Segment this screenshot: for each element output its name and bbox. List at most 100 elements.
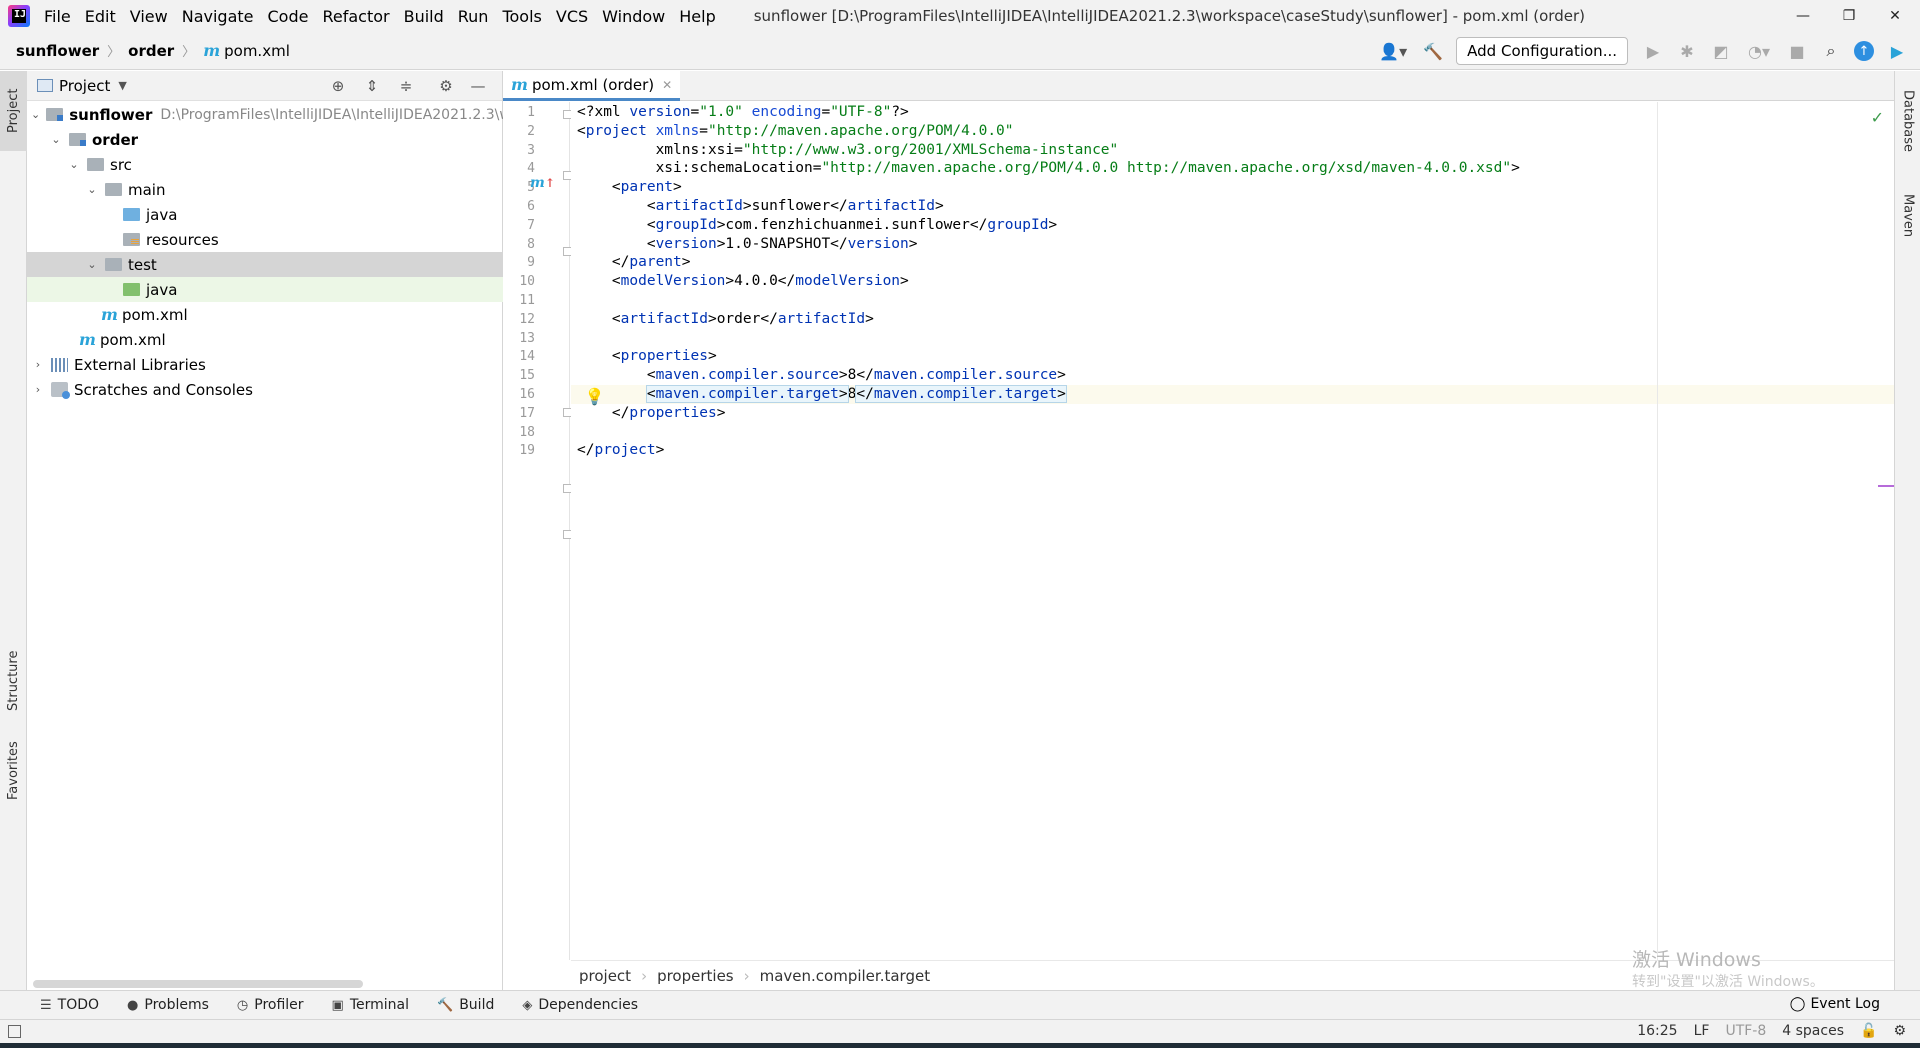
menu-vcs[interactable]: VCS <box>556 7 588 26</box>
chevron-down-icon[interactable]: ▼ <box>118 79 126 92</box>
line-number[interactable]: 13 <box>511 329 535 348</box>
update-icon[interactable]: ↑ <box>1854 41 1874 61</box>
tree-item-main-java[interactable]: java <box>27 202 503 227</box>
maven-parent-icon[interactable]: m↑ <box>530 175 555 191</box>
project-panel-title[interactable]: Project <box>59 77 110 95</box>
tree-item-order[interactable]: ⌄ order <box>27 127 503 152</box>
breadcrumb-properties[interactable]: properties <box>657 967 734 985</box>
stop-icon[interactable]: ■ <box>1786 40 1808 62</box>
chevron-down-icon[interactable]: ⌄ <box>85 258 99 271</box>
close-icon[interactable]: ✕ <box>662 78 672 92</box>
code-with-me-icon[interactable]: ▶ <box>1886 40 1908 62</box>
intellij-logo-icon[interactable]: IJ <box>8 5 30 27</box>
tool-tab-maven[interactable]: Maven <box>1895 181 1920 251</box>
nav-crumb-sunflower[interactable]: sunflower <box>16 42 99 60</box>
restore-button[interactable]: ❐ <box>1826 0 1872 32</box>
tree-item-test-java[interactable]: java <box>27 277 503 302</box>
tool-tab-build[interactable]: 🔨 Build <box>437 997 494 1013</box>
line-number[interactable]: 10 <box>511 272 535 291</box>
file-encoding[interactable]: UTF-8 <box>1725 1023 1766 1039</box>
line-number[interactable]: 7 <box>511 216 535 235</box>
tool-tab-structure[interactable]: Structure <box>0 641 27 721</box>
search-icon[interactable]: ⌕ <box>1820 40 1842 62</box>
tool-tab-dependencies[interactable]: ◈ Dependencies <box>522 997 638 1013</box>
menu-build[interactable]: Build <box>404 7 444 26</box>
code-line[interactable]: </project> <box>577 441 664 460</box>
error-stripe-mark[interactable] <box>1878 485 1894 487</box>
code-line[interactable]: <groupId>com.fenzhichuanmei.sunflower</g… <box>577 216 1057 235</box>
editor-tab-pom[interactable]: m pom.xml (order) ✕ <box>503 71 681 101</box>
code-line[interactable]: <project xmlns="http://maven.apache.org/… <box>577 122 1014 141</box>
tree-item-main[interactable]: ⌄ main <box>27 177 503 202</box>
menu-run[interactable]: Run <box>458 7 489 26</box>
run-icon[interactable]: ▶ <box>1642 40 1664 62</box>
tool-tab-problems[interactable]: ● Problems <box>127 997 209 1013</box>
breadcrumb-project[interactable]: project <box>579 967 631 985</box>
add-configuration-button[interactable]: Add Configuration... <box>1456 37 1628 65</box>
tree-item-sunflower[interactable]: ⌄ sunflower D:\ProgramFiles\IntelliJIDEA… <box>27 102 503 127</box>
line-number[interactable]: 16 <box>511 385 535 404</box>
chevron-right-icon[interactable]: › <box>31 358 45 371</box>
code-line[interactable]: <maven.compiler.source>8</maven.compiler… <box>577 366 1066 385</box>
tool-tab-profiler[interactable]: ◷ Profiler <box>237 997 304 1013</box>
menu-navigate[interactable]: Navigate <box>182 7 254 26</box>
indent-setting[interactable]: 4 spaces <box>1782 1023 1844 1039</box>
line-number[interactable]: 14 <box>511 347 535 366</box>
event-log-button[interactable]: ◯ Event Log <box>1790 996 1880 1012</box>
line-number[interactable]: 19 <box>511 441 535 460</box>
code-line[interactable]: <version>1.0-SNAPSHOT</version> <box>577 235 918 254</box>
hide-icon[interactable]: — <box>467 75 489 97</box>
lightbulb-icon[interactable]: 💡 <box>583 385 606 408</box>
chevron-right-icon[interactable]: › <box>31 383 45 396</box>
line-number[interactable]: 2 <box>511 122 535 141</box>
caret-position[interactable]: 16:25 <box>1637 1023 1677 1039</box>
line-number[interactable]: 6 <box>511 197 535 216</box>
breadcrumb-target[interactable]: maven.compiler.target <box>760 967 930 985</box>
tree-item-root-pom[interactable]: m pom.xml <box>27 327 503 352</box>
horizontal-scrollbar[interactable] <box>33 980 363 988</box>
tool-tab-todo[interactable]: ☰ TODO <box>40 997 99 1013</box>
build-hammer-icon[interactable]: 🔨 <box>1422 40 1444 62</box>
code-line[interactable]: <?xml version="1.0" encoding="UTF-8"?> <box>577 103 909 122</box>
debug-icon[interactable]: ✱ <box>1676 40 1698 62</box>
tree-item-src[interactable]: ⌄ src <box>27 152 503 177</box>
code-line[interactable]: <artifactId>order</artifactId> <box>577 310 874 329</box>
tool-tab-database[interactable]: Database <box>1895 81 1920 161</box>
toggle-tool-windows-icon[interactable] <box>8 1025 21 1038</box>
tree-item-resources[interactable]: resources <box>27 227 503 252</box>
user-account-icon[interactable]: 👤▾ <box>1376 40 1410 62</box>
menu-edit[interactable]: Edit <box>85 7 116 26</box>
tree-item-scratches[interactable]: › Scratches and Consoles <box>27 377 503 402</box>
menu-file[interactable]: File <box>44 7 71 26</box>
close-button[interactable]: ✕ <box>1872 0 1918 32</box>
line-number[interactable]: 11 <box>511 291 535 310</box>
nav-crumb-order[interactable]: order <box>128 42 174 60</box>
line-number[interactable]: 15 <box>511 366 535 385</box>
line-number[interactable]: 9 <box>511 253 535 272</box>
menu-refactor[interactable]: Refactor <box>322 7 389 26</box>
menu-view[interactable]: View <box>130 7 168 26</box>
code-line[interactable]: <parent> <box>577 178 682 197</box>
menu-help[interactable]: Help <box>679 7 715 26</box>
line-number[interactable]: 1 <box>511 103 535 122</box>
line-number[interactable]: 12 <box>511 310 535 329</box>
tree-item-test[interactable]: ⌄ test <box>27 252 503 277</box>
memory-indicator-icon[interactable]: ⚙ <box>1893 1023 1906 1039</box>
code-line[interactable]: xsi:schemaLocation="http://maven.apache.… <box>577 159 1520 178</box>
nav-crumb-pom[interactable]: pom.xml <box>224 42 290 60</box>
code-line[interactable]: <artifactId>sunflower</artifactId> <box>577 197 944 216</box>
code-line[interactable]: <properties> <box>577 347 717 366</box>
code-line[interactable]: <maven.compiler.target>8</maven.compiler… <box>577 385 1067 404</box>
locate-icon[interactable]: ⊕ <box>327 75 349 97</box>
line-separator[interactable]: LF <box>1694 1023 1710 1039</box>
tree-item-order-pom[interactable]: m pom.xml <box>27 302 503 327</box>
expand-all-icon[interactable]: ⇕ <box>361 75 383 97</box>
coverage-icon[interactable]: ◩ <box>1710 40 1732 62</box>
line-number[interactable]: 17 <box>511 404 535 423</box>
gear-icon[interactable]: ⚙ <box>435 75 457 97</box>
code-line[interactable]: <modelVersion>4.0.0</modelVersion> <box>577 272 909 291</box>
lock-icon[interactable]: 🔓 <box>1860 1023 1877 1039</box>
code-line[interactable]: </parent> <box>577 253 691 272</box>
minimize-button[interactable]: — <box>1780 0 1826 32</box>
chevron-down-icon[interactable]: ⌄ <box>67 158 81 171</box>
